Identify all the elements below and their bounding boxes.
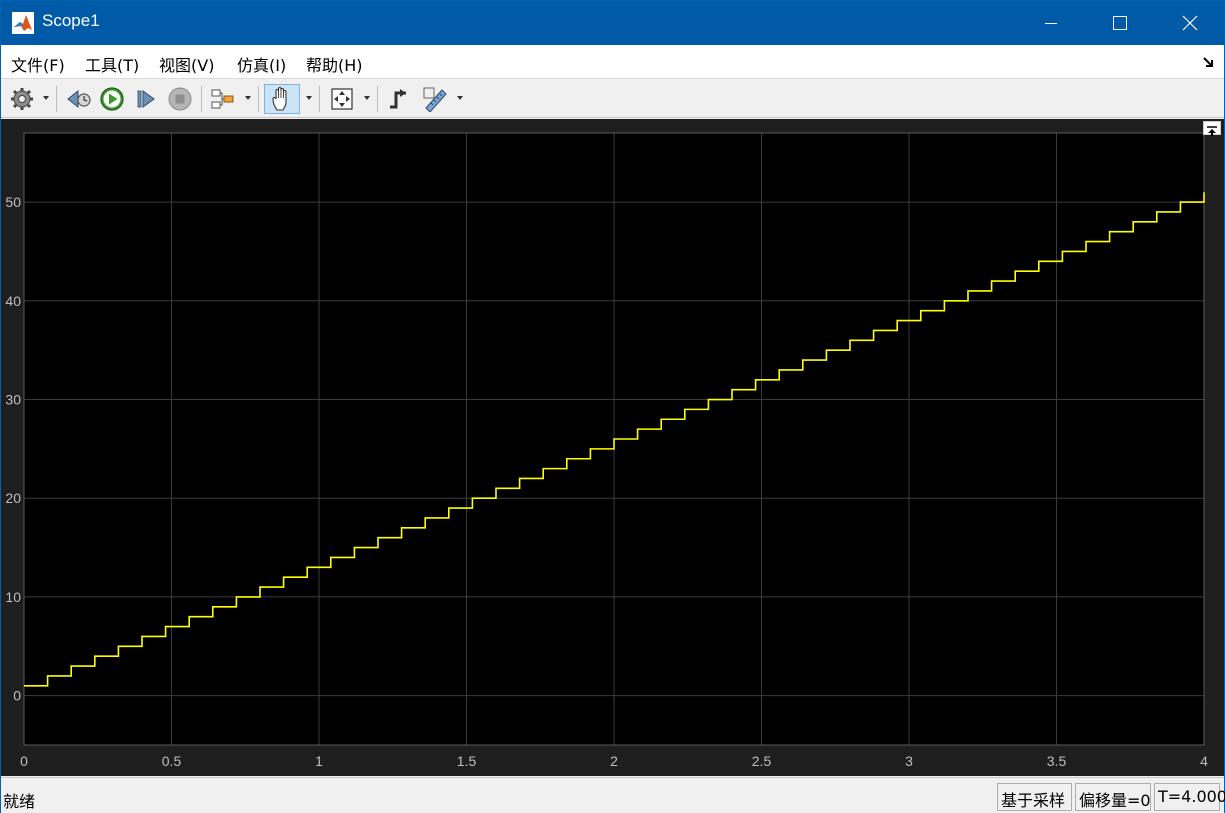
maximize-button[interactable] <box>1097 1 1143 45</box>
toolbar-separator <box>56 86 57 112</box>
scope-plot[interactable]: 0 0.5 1 1.5 2 2.5 3 3.5 401020304050 <box>1 119 1224 776</box>
scope-window: Scope1 文件(F) 工具(T) 视图(V) 仿真(I) 帮助(H) 0 0… <box>0 0 1225 813</box>
stop-icon <box>168 87 192 111</box>
minimize-icon <box>1045 23 1057 24</box>
toolbar-separator <box>258 86 259 112</box>
x-tick-label: 1.5 <box>457 753 477 769</box>
title-bar[interactable]: Scope1 <box>1 1 1224 45</box>
y-tick-label: 10 <box>5 589 21 605</box>
zoom-fit-icon <box>331 88 353 110</box>
menu-simulation[interactable]: 仿真(I) <box>237 52 286 76</box>
close-icon <box>1182 15 1198 31</box>
x-tick-label: 3.5 <box>1047 753 1067 769</box>
toolbar-separator <box>377 86 378 112</box>
x-tick-label: 2 <box>610 753 618 769</box>
undock-icon <box>1207 126 1217 136</box>
status-bar: 就绪 基于采样 偏移量=0 T=4.000 <box>1 777 1225 813</box>
matlab-logo-icon <box>12 12 34 34</box>
menu-file[interactable]: 文件(F) <box>11 52 65 76</box>
close-button[interactable] <box>1167 1 1213 45</box>
x-tick-label: 3 <box>905 753 913 769</box>
chevron-down-icon[interactable] <box>457 96 463 100</box>
pan-icon <box>272 86 287 111</box>
x-tick-label: 2.5 <box>752 753 772 769</box>
step-back-icon <box>67 89 91 109</box>
menu-view[interactable]: 视图(V) <box>159 52 214 76</box>
chevron-down-icon[interactable] <box>43 96 49 100</box>
step-forward-button[interactable] <box>131 84 161 114</box>
triggers-button[interactable] <box>383 84 413 114</box>
status-text: 就绪 <box>3 792 36 811</box>
menu-help[interactable]: 帮助(H) <box>306 52 363 76</box>
menu-tools[interactable]: 工具(T) <box>85 52 139 76</box>
menu-bar: 文件(F) 工具(T) 视图(V) 仿真(I) 帮助(H) <box>1 45 1224 79</box>
measurements-icon <box>423 87 447 112</box>
pan-button[interactable] <box>264 84 300 114</box>
x-tick-label: 1 <box>315 753 323 769</box>
toolbar-separator <box>319 86 320 112</box>
x-tick-label: 0.5 <box>162 753 182 769</box>
signal-selector-icon <box>211 89 234 109</box>
undock-button[interactable] <box>1203 121 1221 136</box>
y-tick-label: 20 <box>5 490 21 506</box>
y-tick-label: 40 <box>5 293 21 309</box>
minimize-button[interactable] <box>1028 1 1074 45</box>
run-button[interactable] <box>97 84 127 114</box>
maximize-icon <box>1113 16 1127 30</box>
gear-icon <box>11 88 33 110</box>
run-icon <box>100 87 124 111</box>
zoom-fit-button[interactable] <box>326 84 358 114</box>
status-mode: 基于采样 <box>997 783 1072 811</box>
window-title: Scope1 <box>42 11 100 30</box>
y-tick-label: 30 <box>5 392 21 408</box>
collapse-arrow-icon[interactable] <box>1202 55 1216 69</box>
step-back-button[interactable] <box>64 84 94 114</box>
chevron-down-icon[interactable] <box>245 96 251 100</box>
chevron-down-icon[interactable] <box>306 96 312 100</box>
y-tick-label: 50 <box>5 194 21 210</box>
status-offset: 偏移量=0 <box>1075 783 1151 811</box>
configuration-button[interactable] <box>7 84 37 114</box>
x-tick-label: 4 <box>1200 753 1208 769</box>
triggers-icon <box>390 89 406 109</box>
x-tick-label: 0 <box>20 753 28 769</box>
signal-selector-button[interactable] <box>207 84 239 114</box>
chevron-down-icon[interactable] <box>364 96 370 100</box>
y-tick-label: 0 <box>13 688 21 704</box>
stop-button[interactable] <box>165 84 195 114</box>
step-forward-icon <box>137 90 155 108</box>
toolbar-separator <box>201 86 202 112</box>
measurements-button[interactable] <box>419 84 451 114</box>
status-time: T=4.000 <box>1154 783 1225 811</box>
toolbar <box>1 80 1224 118</box>
